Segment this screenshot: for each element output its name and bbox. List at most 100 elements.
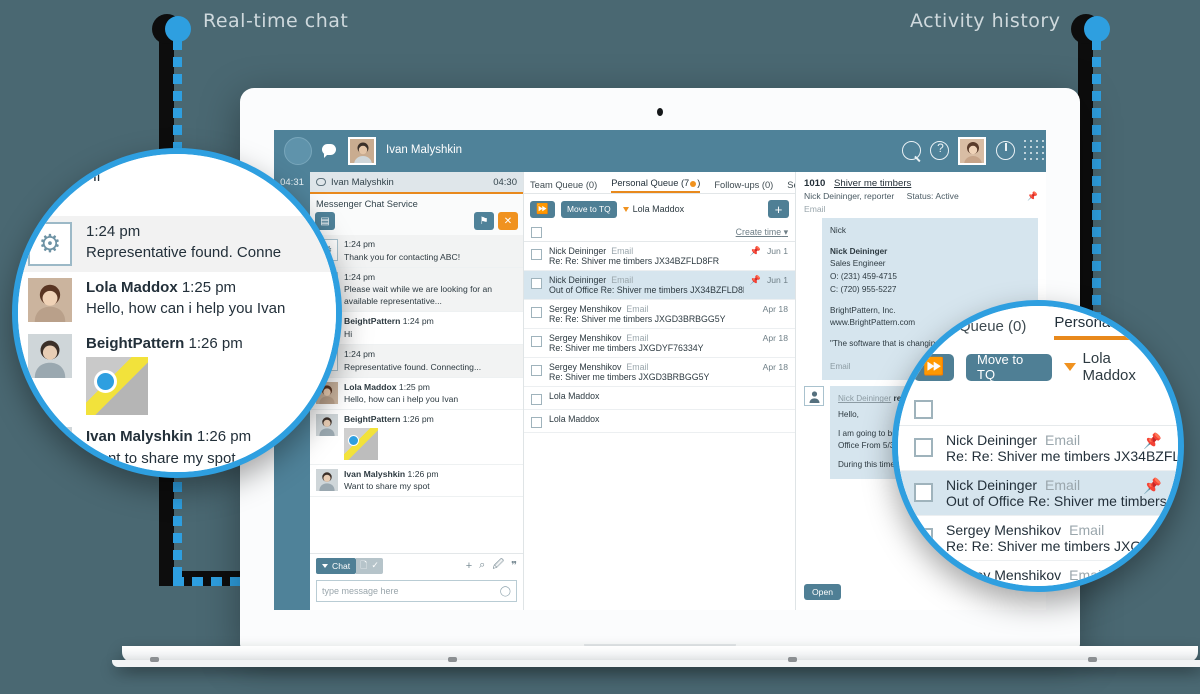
chat-footer-toolbar: Chat 🗋 ✓ + ⌕ 🖉 ❞ (310, 553, 523, 577)
chat-mode-button[interactable]: Chat (316, 557, 357, 574)
queue-owner-selector[interactable]: Lola Maddox (1063, 350, 1162, 384)
move-to-tq-button[interactable]: Move to TQ (966, 352, 1052, 382)
magnified-chat-list[interactable]: Hi ⚙ 1:24 pm Representative found. Conne Lol… (18, 160, 336, 472)
status-badge: Status: Active (906, 191, 959, 201)
chat-message: ⚙1:24 pmPlease wait while we are looking… (310, 267, 523, 313)
power-icon[interactable] (996, 141, 1015, 160)
search-icon[interactable] (902, 141, 921, 163)
pin-icon[interactable]: 📌 (750, 246, 761, 257)
queue-tab-1[interactable]: Personal Queue (7) (1054, 314, 1178, 340)
chat-panel: Ivan Malyshkin 04:30 Messenger Chat Serv… (310, 172, 523, 610)
queue-tab-0[interactable]: Team Queue (0) (918, 318, 1026, 340)
queue-tab-0[interactable]: Team Queue (0) (530, 180, 597, 193)
flag-icon[interactable]: ⚑ (474, 212, 494, 230)
magnified-queue-tabs: Team Queue (0) Personal Queue (7) (898, 306, 1178, 340)
table-row[interactable]: Nick Deininger Email Out of Office Re: Shi… (524, 271, 795, 300)
check-icon[interactable]: ✓ (371, 560, 379, 571)
select-all-checkbox[interactable] (531, 227, 542, 238)
agent-avatar[interactable] (348, 137, 376, 165)
case-number: 1010 (804, 178, 826, 189)
row-checkbox[interactable] (914, 528, 933, 547)
chat-panel-header[interactable]: Ivan Malyshkin 04:30 (310, 172, 523, 194)
row-sender: Nick Deininger Email (946, 477, 1081, 493)
right-pin-dot-top (1084, 16, 1110, 42)
queue-list[interactable]: Nick Deininger Email Re: Re: Shiver me tim… (524, 242, 795, 433)
chat-input[interactable]: type message here ◯ (316, 580, 517, 602)
table-row[interactable]: Sergey Menshikov Email Re: Re: Shiver me t… (524, 300, 795, 329)
table-row[interactable]: Nick Deininger Email Re: Re: Shiver me tim… (898, 426, 1178, 471)
sort-selector[interactable]: Create time ▾ (736, 227, 788, 238)
map-thumbnail[interactable] (86, 357, 148, 416)
pin-icon[interactable]: 📌 (1143, 477, 1162, 495)
quote-icon[interactable]: ❞ (511, 559, 517, 572)
table-row[interactable]: Sergey Menshikov Email Re: Shiver me timbe… (524, 329, 795, 358)
table-row[interactable]: Lola Maddox (524, 387, 795, 410)
row-sender: Lola Maddox (549, 391, 600, 401)
pin-icon[interactable]: 📌 (750, 275, 761, 286)
chat-message-text: Thank you for contacting ABC! (344, 251, 461, 262)
help-icon[interactable]: ? (930, 141, 949, 160)
row-checkbox[interactable] (531, 336, 542, 347)
fast-forward-icon[interactable]: ⏩ (530, 200, 555, 218)
avatar (316, 468, 338, 491)
row-checkbox[interactable] (531, 249, 542, 260)
move-to-tq-button[interactable]: Move to TQ (561, 200, 617, 218)
table-row[interactable]: Lola Maddox (524, 410, 795, 433)
row-channel: Email (626, 362, 649, 372)
queue-owner-label: Lola Maddox (632, 204, 685, 214)
queue-tab-1[interactable]: Personal Queue (7) (611, 178, 701, 193)
search-icon[interactable]: ⌕ (479, 559, 485, 572)
queue-owner-selector[interactable]: Lola Maddox (622, 204, 685, 214)
table-row[interactable]: Sergey Menshikov Email Re: Re: Shiver me t… (898, 516, 1178, 561)
chat-message-meta: Ivan Malyshkin 1:26 pm (344, 468, 439, 479)
add-item-button[interactable]: + (768, 200, 789, 218)
table-row[interactable]: Nick Deininger Email Re: Re: Shiver me tim… (524, 242, 795, 271)
queue-tab-2[interactable]: Follow-ups (0) (714, 180, 773, 193)
plus-icon[interactable]: + (466, 560, 472, 572)
row-subject: Re: Re: Shiver me timbers JXGD3BRBGG5Y (946, 538, 1179, 554)
row-checkbox[interactable] (531, 307, 542, 318)
left-pin-dot-top (165, 16, 191, 42)
table-row[interactable]: Sergey Menshikov Email Re: Shiver me timbe… (524, 358, 795, 387)
laptop-foot (1088, 657, 1097, 662)
select-all-checkbox[interactable] (914, 400, 933, 419)
user-profile-avatar[interactable] (958, 137, 986, 165)
sig-role: Sales Engineer (830, 259, 886, 269)
laptop-foot (150, 657, 159, 662)
queue-panel: Team Queue (0) Personal Queue (7) Follow-u… (523, 172, 817, 610)
chat-message-text: Want to share my spot (344, 481, 430, 492)
chat-message-meta: 1:24 pm (344, 348, 376, 359)
pin-icon[interactable]: 📌 (1143, 432, 1162, 450)
chat-input-placeholder: type message here (322, 586, 399, 596)
row-subject: Re: Re: Shiver me timbers JXGD3BRBGG5Y (549, 314, 726, 324)
attach-icon[interactable]: 🖉 (492, 556, 504, 575)
chat-message-list[interactable]: ⚙1:24 pmThank you for contacting ABC!⚙1:… (310, 235, 523, 553)
pin-icon[interactable]: 📌 (1027, 191, 1038, 202)
row-channel: Email (1069, 567, 1105, 583)
map-thumbnail[interactable] (344, 427, 378, 460)
close-icon[interactable]: ✕ (498, 212, 518, 230)
row-checkbox[interactable] (914, 483, 933, 502)
chat-message: Hi (18, 160, 336, 216)
row-checkbox[interactable] (531, 394, 542, 405)
queue-owner-label: Lola Maddox (1082, 350, 1136, 384)
fast-forward-icon[interactable]: ⏩ (914, 353, 954, 381)
table-row[interactable]: Nick Deininger Email Out of Office Re: Shi… (898, 471, 1178, 516)
chat-footer-actions[interactable]: 🗋 ✓ (356, 557, 383, 574)
chat-message: ⚙ 1:24 pm Representative found. Conne (18, 216, 336, 272)
chat-message-text: Want to share my spot (86, 449, 236, 467)
chat-timer: 04:30 (493, 176, 517, 188)
row-checkbox[interactable] (531, 417, 542, 428)
person-icon (804, 386, 824, 407)
row-channel: Email (1045, 477, 1081, 493)
magnified-queue-list[interactable]: Nick Deininger Email Re: Re: Shiver me tim… (898, 426, 1178, 586)
document-icon[interactable]: 🗋 (360, 558, 367, 574)
row-checkbox[interactable] (531, 278, 542, 289)
row-subject: Re: Re: Shiver me timbers JX34BZFLD8FR (946, 448, 1181, 464)
send-bubble-icon[interactable]: ◯ (500, 586, 511, 597)
row-checkbox[interactable] (531, 365, 542, 376)
chat-message-text: Hello, how can i help you Ivan (86, 300, 286, 318)
open-button[interactable]: Open (804, 584, 842, 600)
row-checkbox[interactable] (914, 438, 933, 457)
case-channel: Email (804, 204, 826, 214)
